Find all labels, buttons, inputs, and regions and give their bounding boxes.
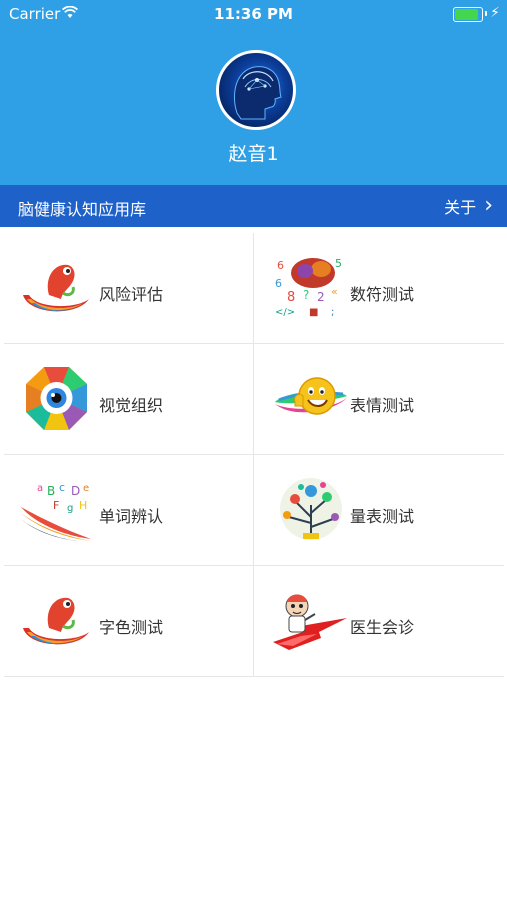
- grid-row: 视觉组织 表情测试: [4, 344, 504, 455]
- colorful-letters-icon: a B c D e F g H: [21, 481, 91, 542]
- brain-numbers-icon: 6 5 6 8 ? 2 « </> ■ ;: [275, 257, 342, 318]
- battery-fill: [455, 9, 479, 20]
- svg-text:</>: </>: [275, 307, 295, 318]
- svg-text:g: g: [67, 503, 73, 514]
- tile-scale-test[interactable]: 量表测试: [254, 455, 504, 565]
- svg-text:6: 6: [275, 277, 282, 290]
- svg-text:F: F: [53, 499, 59, 512]
- app-grid: 风险评估 6 5 6 8 ? 2 « </> ■ ; 数符测试 视觉组织 表情测…: [4, 233, 504, 677]
- about-button[interactable]: 关于 ›: [444, 191, 493, 221]
- brain-head-icon: [234, 66, 282, 120]
- tree-diagram-icon: [280, 478, 342, 540]
- tile-label: 字色测试: [99, 618, 164, 637]
- tile-risk-assessment[interactable]: 风险评估: [4, 233, 254, 343]
- svg-text:;: ;: [331, 307, 334, 318]
- tile-digit-symbol-test[interactable]: 6 5 6 8 ? 2 « </> ■ ; 数符测试: [254, 233, 504, 343]
- chevron-right-icon: ›: [484, 193, 493, 218]
- tile-label: 风险评估: [99, 285, 164, 304]
- tile-label: 数符测试: [350, 285, 415, 304]
- tile-label: 单词辨认: [99, 507, 164, 526]
- charging-icon: ⚡: [490, 5, 500, 21]
- svg-text:?: ?: [303, 288, 309, 302]
- tile-word-recognition[interactable]: a B c D e F g H 单词辨认: [4, 455, 254, 565]
- svg-text:■: ■: [309, 307, 318, 318]
- user-name: 赵音1: [228, 143, 279, 165]
- chameleon-swirl-icon: [23, 264, 89, 312]
- grid-row: 风险评估 6 5 6 8 ? 2 « </> ■ ; 数符测试: [4, 233, 504, 344]
- svg-text:e: e: [83, 483, 89, 494]
- tile-visual-organization[interactable]: 视觉组织: [4, 344, 254, 454]
- profile-header: Carrier 11:36 PM ⚡ 赵音1: [0, 0, 507, 185]
- svg-text:a: a: [37, 483, 43, 494]
- about-label: 关于: [444, 198, 477, 217]
- tile-label: 医生会诊: [350, 618, 415, 637]
- tile-stroop-test[interactable]: 字色测试: [4, 566, 254, 676]
- app-library-bar: 脑健康认知应用库 关于 ›: [0, 185, 507, 227]
- avatar[interactable]: [216, 50, 296, 130]
- svg-text:5: 5: [335, 257, 342, 270]
- chameleon-swirl-icon: [23, 597, 89, 645]
- tile-label: 视觉组织: [99, 396, 164, 415]
- tile-doctor-consultation[interactable]: 医生会诊: [254, 566, 504, 676]
- battery-icon: [453, 7, 483, 22]
- doctor-cartoon-icon: [273, 594, 347, 650]
- svg-text:c: c: [59, 481, 65, 494]
- grid-row: 字色测试 医生会诊: [4, 566, 504, 677]
- tile-label: 量表测试: [350, 507, 415, 526]
- tile-label: 表情测试: [350, 396, 415, 415]
- svg-text:2: 2: [317, 290, 325, 304]
- grid-row: a B c D e F g H 单词辨认 量表测试: [4, 455, 504, 566]
- clock: 11:36 PM: [214, 5, 293, 23]
- tile-expression-test[interactable]: 表情测试: [254, 344, 504, 454]
- svg-text:H: H: [79, 499, 87, 512]
- battery-cap: [485, 11, 487, 16]
- smiley-thumbs-up-icon: [275, 377, 347, 415]
- app-library-title: 脑健康认知应用库: [18, 200, 147, 219]
- color-eye-octagon-icon: [26, 367, 87, 430]
- svg-text:6: 6: [277, 259, 284, 272]
- svg-text:8: 8: [287, 290, 295, 305]
- svg-text:B: B: [47, 484, 55, 498]
- svg-text:D: D: [71, 484, 80, 498]
- status-bar: Carrier 11:36 PM ⚡: [0, 0, 507, 28]
- svg-text:«: «: [331, 285, 338, 298]
